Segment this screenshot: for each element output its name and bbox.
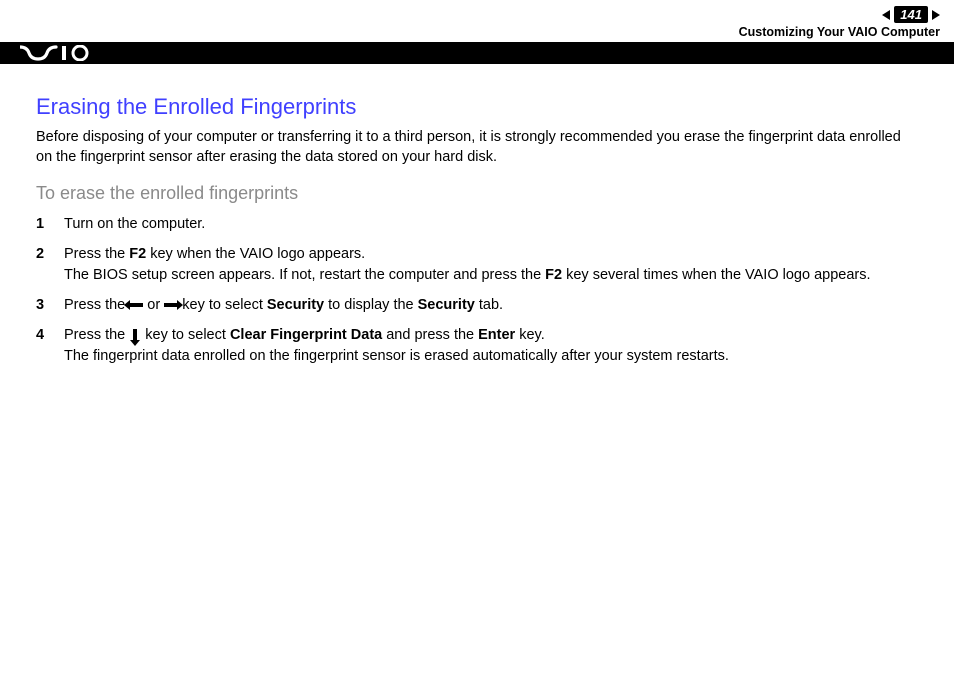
step-text: Press the [64, 327, 129, 343]
arrow-right-icon [164, 303, 178, 307]
step-text: key. [515, 327, 545, 343]
procedure-steps: Turn on the computer. Press the F2 key w… [36, 214, 918, 366]
key-name: F2 [545, 267, 562, 283]
page-content: Erasing the Enrolled Fingerprints Before… [0, 64, 954, 366]
enter-key-label: Enter [478, 327, 515, 343]
step-text: Turn on the computer. [64, 216, 205, 232]
vaio-logo-icon [20, 45, 98, 61]
clear-fp-label: Clear Fingerprint Data [230, 327, 382, 343]
step-4: Press the key to select Clear Fingerprin… [36, 325, 918, 366]
arrow-left-icon [129, 303, 143, 307]
step-text: and press the [382, 327, 478, 343]
next-page-icon[interactable] [932, 10, 940, 20]
step-3: Press the or key to select Security to d… [36, 295, 918, 315]
page-title: Erasing the Enrolled Fingerprints [36, 94, 918, 120]
page-header: 141 Customizing Your VAIO Computer [0, 0, 954, 64]
step-1: Turn on the computer. [36, 214, 918, 234]
arrow-down-icon [133, 329, 137, 341]
security-label: Security [418, 297, 475, 313]
step-text: The BIOS setup screen appears. If not, r… [64, 267, 545, 283]
procedure-subtitle: To erase the enrolled fingerprints [36, 183, 918, 204]
page-number: 141 [894, 6, 928, 23]
step-text: to display the [324, 297, 418, 313]
intro-paragraph: Before disposing of your computer or tra… [36, 128, 918, 167]
step-2: Press the F2 key when the VAIO logo appe… [36, 244, 918, 285]
step-text: The fingerprint data enrolled on the fin… [64, 348, 729, 364]
step-text: key to select [141, 327, 230, 343]
key-name: F2 [129, 246, 146, 262]
step-text: key several times when the VAIO logo app… [562, 267, 870, 283]
step-text: or [143, 297, 164, 313]
step-text: key when the VAIO logo appears. [146, 246, 365, 262]
page-navigation: 141 Customizing Your VAIO Computer [739, 6, 940, 39]
step-text: Press the [64, 246, 129, 262]
brand-bar [0, 42, 954, 64]
step-text: Press the [64, 297, 129, 313]
step-text: tab. [475, 297, 503, 313]
section-title: Customizing Your VAIO Computer [739, 25, 940, 39]
security-label: Security [267, 297, 324, 313]
prev-page-icon[interactable] [882, 10, 890, 20]
step-text: key to select [178, 297, 267, 313]
